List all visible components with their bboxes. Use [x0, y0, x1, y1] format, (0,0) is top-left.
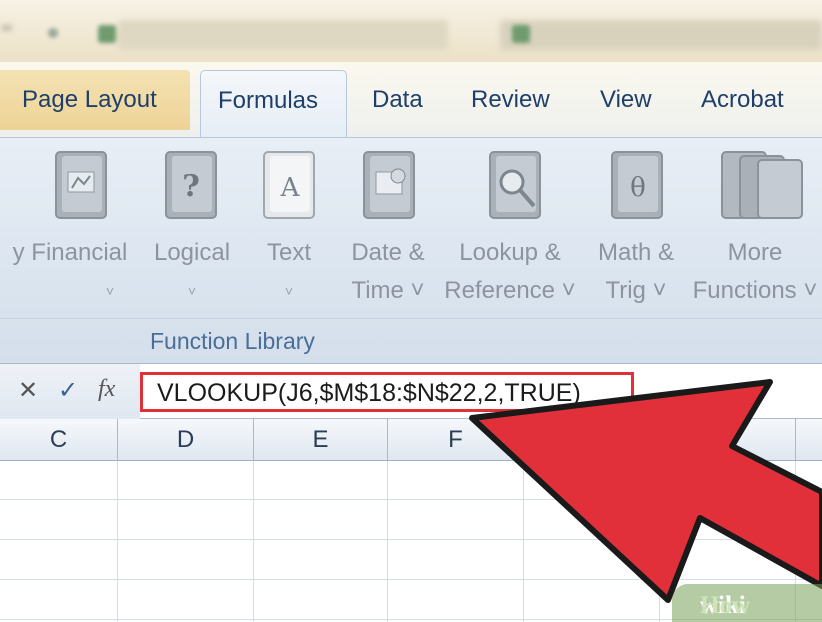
text-button[interactable]: Text ˅	[256, 234, 322, 310]
tab-formulas[interactable]: Formulas	[200, 70, 347, 138]
formula-input[interactable]: VLOOKUP(J6,$M$18:$N$22,2,TRUE)	[140, 372, 634, 412]
formula-controls: ✕ ✓ fx	[0, 364, 140, 420]
function-library-ribbon: ? A θ y Financial ˅ Logical ˅ Text ˅ Dat…	[0, 137, 822, 363]
column-line	[387, 461, 388, 622]
watermark-part2: How	[700, 592, 750, 619]
math-trig-button[interactable]: Math & Trig ˅	[586, 234, 686, 310]
text-label: Text	[266, 239, 311, 266]
financial-book-icon[interactable]	[48, 148, 114, 224]
math-book-icon[interactable]: θ	[604, 148, 670, 224]
tab-acrobat[interactable]: Acrobat	[701, 83, 784, 117]
text-book-icon[interactable]: A	[256, 148, 322, 224]
math-label-1: Math &	[597, 239, 675, 266]
column-header-e[interactable]: E	[254, 419, 388, 461]
formula-bar: ✕ ✓ fx VLOOKUP(J6,$M$18:$N$22,2,TRUE)	[0, 363, 822, 420]
svg-text:A: A	[280, 173, 301, 203]
tab-favicon-icon	[98, 25, 116, 43]
tab-page-layout[interactable]: Page Layout	[0, 70, 190, 130]
insert-function-icon[interactable]: fx	[98, 376, 115, 403]
row-line	[0, 499, 822, 500]
cancel-icon[interactable]: ✕	[18, 376, 38, 404]
lookup-label-1: Lookup &	[459, 239, 561, 266]
column-header-h[interactable]: H	[660, 419, 796, 461]
browser-tab-b[interactable]	[500, 20, 822, 50]
more-functions-button[interactable]: More Functions ˅	[688, 234, 822, 310]
date-time-book-icon[interactable]	[356, 148, 422, 224]
lookup-book-icon[interactable]	[482, 148, 548, 224]
date-time-label-2: Time ˅	[351, 277, 425, 304]
tab-favicon-icon	[512, 25, 530, 43]
window-title-bar: =	[0, 0, 822, 62]
financial-label: y Financial	[12, 239, 128, 266]
more-label-2: Functions ˅	[692, 277, 818, 304]
date-time-button[interactable]: Date & Time ˅	[340, 234, 436, 310]
column-header-c[interactable]: C	[0, 419, 118, 461]
svg-text:θ: θ	[630, 173, 646, 203]
ribbon-divider	[0, 318, 822, 319]
row-line	[0, 539, 822, 540]
column-header-d[interactable]: D	[118, 419, 254, 461]
ribbon-tab-row: Page Layout Formulas Data Review View Ac…	[0, 62, 822, 138]
svg-text:?: ?	[182, 169, 200, 204]
more-books-icon[interactable]	[716, 148, 806, 224]
chevron-down-icon: ˅	[105, 283, 115, 299]
logical-button[interactable]: Logical ˅	[146, 234, 238, 310]
date-time-label-1: Date &	[351, 239, 425, 266]
group-label-function-library: Function Library	[150, 328, 315, 354]
tab-view[interactable]: View	[600, 83, 652, 117]
math-label-2: Trig ˅	[605, 277, 667, 304]
column-line	[523, 461, 524, 622]
row-line	[0, 579, 822, 580]
logical-label: Logical	[153, 239, 231, 266]
chevron-down-icon: ˅	[284, 283, 294, 299]
column-headers: C D E F G H	[0, 419, 822, 461]
check-icon[interactable]: ✓	[58, 376, 78, 404]
column-line	[253, 461, 254, 622]
logical-book-icon[interactable]: ?	[158, 148, 224, 224]
column-line	[117, 461, 118, 622]
column-header-f[interactable]: F	[388, 419, 524, 461]
column-header-g[interactable]: G	[524, 419, 660, 461]
title-dot-icon	[48, 28, 58, 38]
browser-tab-a[interactable]	[118, 20, 448, 50]
tab-review[interactable]: Review	[471, 83, 550, 117]
formula-text: VLOOKUP(J6,$M$18:$N$22,2,TRUE)	[157, 379, 581, 407]
lookup-label-2: Reference ˅	[444, 277, 576, 304]
lookup-reference-button[interactable]: Lookup & Reference ˅	[440, 234, 580, 310]
chevron-down-icon: ˅	[187, 283, 197, 299]
column-header-i[interactable]	[796, 419, 822, 461]
tab-data[interactable]: Data	[372, 83, 423, 117]
more-label-1: More	[727, 239, 783, 266]
column-line	[659, 461, 660, 622]
financial-button[interactable]: y Financial ˅	[0, 234, 140, 310]
watermark-logo: wiki How	[672, 584, 822, 622]
